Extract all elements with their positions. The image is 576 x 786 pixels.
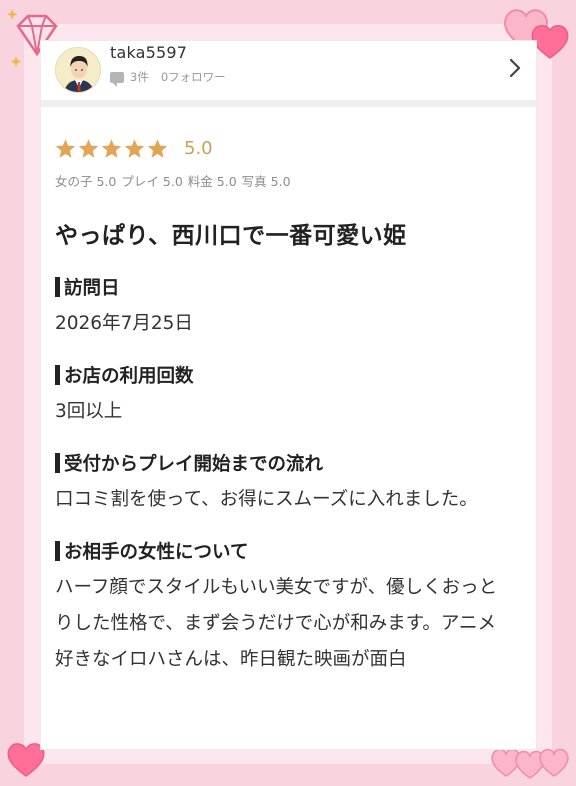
star-rating xyxy=(55,138,168,159)
section-text: 2026年7月25日 xyxy=(55,313,193,334)
review-card: taka5597 3件 0フォロワー 5.0 女の子 5.0 プレイ 5.0 料… xyxy=(40,40,537,750)
user-profile[interactable]: taka5597 3件 0フォロワー xyxy=(41,41,536,107)
section-visit-count: お店の利用回数 3回以上 xyxy=(55,362,536,430)
sub-ratings: 女の子 5.0 プレイ 5.0 料金 5.0 写真 5.0 xyxy=(55,171,536,190)
heading-bar xyxy=(55,365,60,385)
rating-score: 5.0 xyxy=(184,137,213,159)
chevron-right-icon[interactable] xyxy=(508,57,522,79)
star-icon xyxy=(147,138,168,158)
user-stats: 3件 0フォロワー xyxy=(110,69,226,87)
section-text: 3回以上 xyxy=(55,401,123,422)
follower-count: 0フォロワー xyxy=(160,70,226,84)
star-icon xyxy=(101,138,122,158)
heading-bar xyxy=(55,453,60,473)
user-avatar-icon xyxy=(56,48,100,92)
star-icon xyxy=(55,138,76,158)
heading-bar xyxy=(55,541,60,561)
review-count: 3件 xyxy=(130,70,149,84)
star-icon xyxy=(78,138,99,158)
section-heading: 受付からプレイ開始までの流れ xyxy=(55,450,536,476)
sub-rating-girl: 女の子 5.0 xyxy=(55,174,117,189)
overall-rating: 5.0 xyxy=(55,135,536,161)
section-text: 口コミ割を使って、お得にスムーズに入れました。 xyxy=(55,489,478,510)
sub-rating-price: 料金 5.0 xyxy=(187,174,237,189)
section-visit-date: 訪問日 2026年7月25日 xyxy=(55,274,536,342)
section-text: ハーフ顔でスタイルもいい美女ですが、優しくおっとりした性格で、まず会うだけで心が… xyxy=(55,577,498,670)
section-heading: お相手の女性について xyxy=(55,538,536,564)
review-title: やっぱり、西川口で一番可愛い姫 xyxy=(55,223,407,249)
sub-rating-play: プレイ 5.0 xyxy=(121,174,183,189)
username[interactable]: taka5597 xyxy=(110,43,187,62)
star-icon xyxy=(124,138,145,158)
review-body: 5.0 女の子 5.0 プレイ 5.0 料金 5.0 写真 5.0 やっぱり、西… xyxy=(41,107,536,678)
section-reception-flow: 受付からプレイ開始までの流れ 口コミ割を使って、お得にスムーズに入れました。 xyxy=(55,450,536,518)
section-about-partner: お相手の女性について ハーフ顔でスタイルもいい美女ですが、優しくおっとりした性格… xyxy=(55,538,536,678)
comment-icon xyxy=(110,71,124,87)
section-heading: 訪問日 xyxy=(55,274,536,300)
heading-bar xyxy=(55,277,60,297)
section-heading: お店の利用回数 xyxy=(55,362,536,388)
avatar[interactable] xyxy=(55,47,101,93)
sub-rating-photo: 写真 5.0 xyxy=(241,174,291,189)
